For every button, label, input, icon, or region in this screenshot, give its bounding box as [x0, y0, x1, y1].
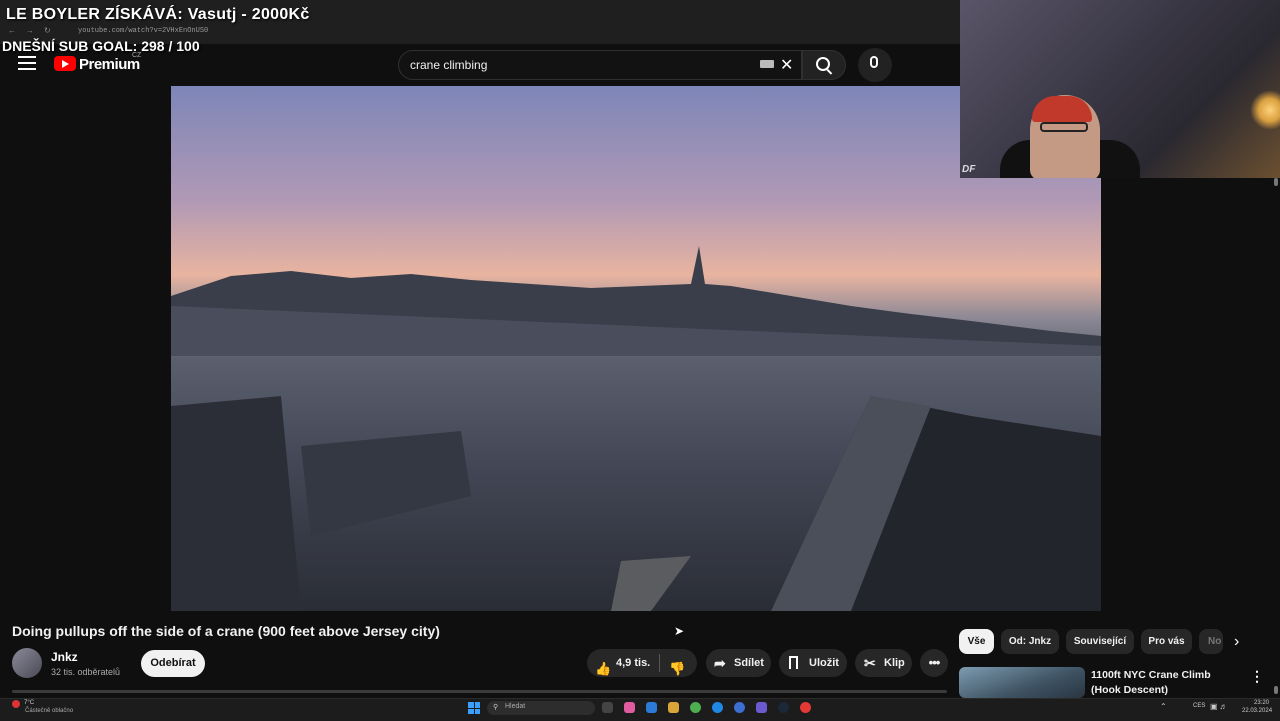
- taskbar-search-box[interactable]: [487, 701, 595, 715]
- clip-label: Klip: [884, 657, 905, 669]
- youtube-premium-label[interactable]: Premium: [79, 56, 140, 73]
- stream-overlay-sub-goal: DNEŠNÍ SUB GOAL: 298 / 100: [2, 38, 200, 54]
- description-box-edge: [12, 690, 947, 693]
- weather-icon[interactable]: [12, 700, 20, 708]
- save-label: Uložit: [809, 657, 839, 669]
- chip-for-you[interactable]: Pro vás: [1141, 629, 1192, 654]
- tray-network-volume-icons[interactable]: ▣♬: [1210, 702, 1230, 711]
- page-scrollbar-thumb[interactable]: [1274, 686, 1278, 694]
- edge-icon[interactable]: [712, 702, 723, 713]
- hamburger-menu-icon[interactable]: [18, 56, 36, 70]
- back-icon[interactable]: ←: [8, 26, 16, 35]
- city-skyline-image: [171, 246, 1101, 356]
- more-actions-button[interactable]: •••: [920, 649, 948, 677]
- task-view-icon[interactable]: [602, 702, 613, 713]
- steam-icon[interactable]: [778, 702, 789, 713]
- microphone-icon[interactable]: [870, 56, 878, 68]
- share-label: Sdílet: [734, 657, 764, 669]
- chip-all[interactable]: Vše: [959, 629, 994, 654]
- channel-name[interactable]: Jnkz: [51, 650, 78, 664]
- region-code: CZ: [132, 52, 142, 59]
- subscriber-count: 32 tis. odběratelů: [51, 667, 121, 677]
- share-button[interactable]: ➦ Sdílet: [706, 649, 771, 677]
- buildings-foreground-image: [171, 396, 1101, 611]
- clip-button[interactable]: ✂ Klip: [855, 649, 912, 677]
- mouse-cursor-icon: ➤: [674, 624, 685, 638]
- tray-chevron-icon[interactable]: ⌃: [1160, 702, 1167, 711]
- chevron-right-icon[interactable]: ›: [1234, 633, 1239, 651]
- thumbs-down-icon[interactable]: 👎: [669, 655, 685, 683]
- weather-description[interactable]: Částečně oblačno: [25, 708, 73, 714]
- like-count[interactable]: 4,9 tis.: [616, 649, 650, 677]
- stream-overlay-title: LE BOYLER ZÍSKÁVÁ: Vasutj - 2000Kč: [6, 6, 310, 23]
- like-dislike-group: 👍 4,9 tis. 👎: [587, 649, 697, 677]
- thumbs-up-icon[interactable]: 👍: [595, 655, 611, 683]
- keyboard-icon[interactable]: [760, 60, 774, 68]
- app-icon-2[interactable]: [646, 702, 657, 713]
- clock-date[interactable]: 22.03.2024: [1242, 708, 1272, 714]
- app-icon-4[interactable]: [800, 702, 811, 713]
- windows-start-icon[interactable]: [468, 702, 480, 714]
- reload-icon[interactable]: ↻: [44, 26, 51, 35]
- chip-related[interactable]: Související: [1066, 629, 1134, 654]
- channel-avatar[interactable]: [12, 648, 42, 678]
- file-explorer-icon[interactable]: [668, 702, 679, 713]
- search-input-value[interactable]: crane climbing: [410, 58, 487, 72]
- save-button[interactable]: Uložit: [779, 649, 847, 677]
- clock-time[interactable]: 23:20: [1254, 700, 1269, 706]
- scissors-icon: ✂: [864, 655, 876, 671]
- address-bar-url[interactable]: youtube.com/watch?v=2VHxEnOnUS0: [78, 27, 208, 35]
- weather-temperature[interactable]: 7°C: [24, 700, 34, 706]
- input-language[interactable]: CES: [1193, 703, 1205, 709]
- chrome-icon[interactable]: [690, 702, 701, 713]
- taskbar-search-placeholder[interactable]: Hledat: [505, 703, 525, 710]
- video-title: Doing pullups off the side of a crane (9…: [12, 623, 440, 639]
- taskbar-search-icon: ⚲: [493, 704, 499, 711]
- recommended-video-title[interactable]: 1100ft NYC Crane Climb (Hook Descent): [1091, 668, 1241, 698]
- youtube-logo-icon[interactable]: [54, 56, 76, 71]
- scrollbar-thumb[interactable]: [1274, 178, 1278, 186]
- chip-new[interactable]: No: [1199, 629, 1223, 654]
- app-icon-1[interactable]: [624, 702, 635, 713]
- kebab-menu-icon[interactable]: ⋮: [1250, 668, 1264, 685]
- webcam-shirt-text: DF: [962, 164, 976, 175]
- discord-icon[interactable]: [756, 702, 767, 713]
- app-icon-3[interactable]: [734, 702, 745, 713]
- windows-taskbar: [0, 698, 1280, 721]
- bookmark-icon: [789, 656, 798, 669]
- share-icon: ➦: [714, 655, 726, 671]
- forward-icon[interactable]: →: [26, 26, 34, 35]
- search-icon[interactable]: [816, 57, 830, 71]
- subscribe-button[interactable]: Odebírat: [141, 650, 205, 677]
- clear-search-icon[interactable]: ✕: [780, 55, 793, 75]
- streamer-webcam: DF: [960, 0, 1280, 178]
- chip-from-channel[interactable]: Od: Jnkz: [1001, 629, 1059, 654]
- recommended-video-thumbnail[interactable]: [959, 667, 1085, 698]
